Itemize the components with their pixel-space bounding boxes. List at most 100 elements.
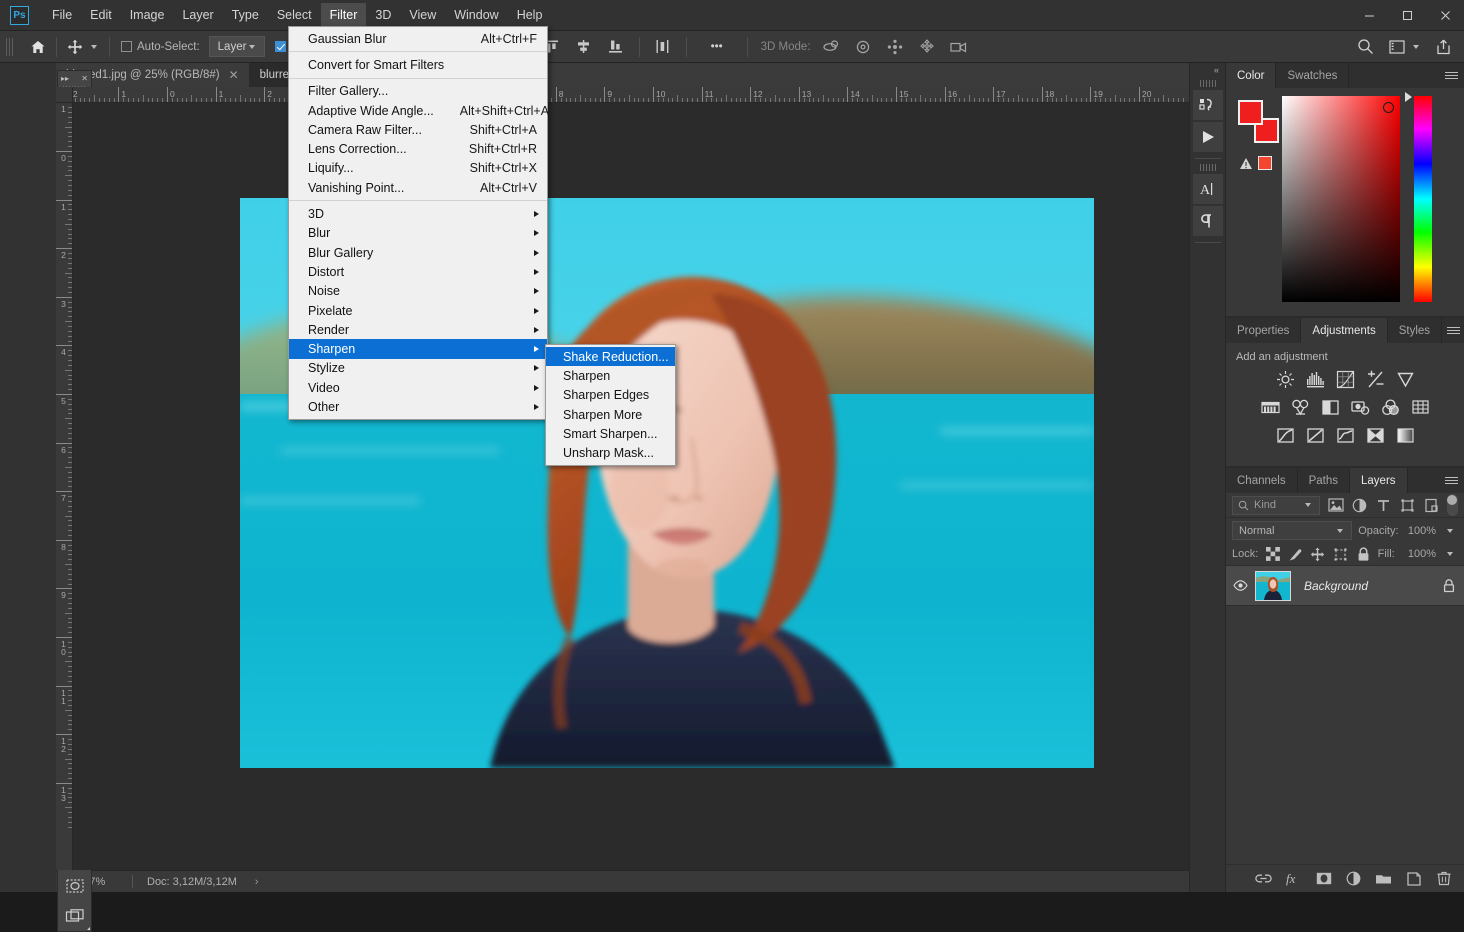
fill-chevron-icon[interactable] — [1447, 552, 1453, 556]
panel-menu-icon[interactable] — [1438, 63, 1464, 88]
lock-image-pixels-icon[interactable] — [1287, 546, 1304, 563]
3d-camera-icon[interactable] — [948, 36, 970, 58]
filter-menu-item[interactable]: Adaptive Wide Angle...Alt+Shift+Ctrl+A — [289, 103, 547, 120]
filter-menu-item[interactable]: Liquify...Shift+Ctrl+X — [289, 159, 547, 178]
3d-slide-icon[interactable] — [916, 36, 938, 58]
sharpen-submenu-item[interactable]: Shake Reduction... — [546, 347, 675, 366]
hue-slider[interactable] — [1414, 96, 1432, 302]
color-field-cursor[interactable] — [1383, 102, 1394, 113]
menu-edit[interactable]: Edit — [81, 3, 121, 28]
filter-type-layers-icon[interactable] — [1375, 496, 1392, 515]
new-layer-icon[interactable] — [1405, 870, 1422, 887]
threshold-icon[interactable] — [1336, 426, 1355, 445]
opacity-chevron-icon[interactable] — [1447, 529, 1453, 533]
photo-filter-icon[interactable] — [1351, 398, 1370, 417]
maximize-button[interactable] — [1388, 0, 1426, 30]
filter-menu-dropdown[interactable]: Gaussian BlurAlt+Ctrl+FConvert for Smart… — [288, 103, 548, 420]
exposure-icon[interactable] — [1366, 370, 1385, 389]
tab-swatches[interactable]: Swatches — [1276, 63, 1349, 88]
new-group-icon[interactable] — [1375, 870, 1392, 887]
workspace-layout-icon[interactable] — [1386, 36, 1408, 58]
auto-select-checkbox[interactable]: Auto-Select: — [121, 41, 200, 53]
share-icon[interactable] — [1432, 36, 1454, 58]
fill-value[interactable]: 100% — [1401, 548, 1436, 560]
rail-grip[interactable] — [1200, 80, 1216, 87]
workspace-chevron-icon[interactable] — [1413, 45, 1419, 49]
align-horizontal-centers-icon[interactable] — [573, 36, 595, 58]
menu-help[interactable]: Help — [508, 3, 552, 28]
filter-menu-item[interactable]: Pixelate — [289, 301, 547, 320]
tab-paths[interactable]: Paths — [1298, 468, 1350, 493]
vibrance-icon[interactable] — [1396, 370, 1415, 389]
filter-menu-item[interactable]: Camera Raw Filter...Shift+Ctrl+A — [289, 120, 547, 139]
menu-3d[interactable]: 3D — [366, 3, 400, 28]
tab-layers[interactable]: Layers — [1350, 468, 1408, 493]
quick-mask-icon[interactable] — [58, 871, 91, 901]
menu-layer[interactable]: Layer — [173, 3, 222, 28]
color-field[interactable] — [1282, 96, 1400, 302]
show-transform-check-box[interactable] — [275, 41, 286, 52]
distribute-icon[interactable] — [652, 36, 674, 58]
filter-menu-item[interactable]: Lens Correction...Shift+Ctrl+R — [289, 139, 547, 158]
panel-menu-icon[interactable] — [1442, 318, 1464, 343]
expand-tools-icon[interactable]: ▸▸ — [61, 74, 69, 83]
filter-menu-item[interactable]: Vanishing Point...Alt+Ctrl+V — [289, 178, 547, 197]
color-balance-icon[interactable] — [1291, 398, 1310, 417]
filter-menu-item[interactable]: Blur Gallery — [289, 243, 547, 262]
filter-menu-item[interactable]: Noise — [289, 282, 547, 301]
menu-file[interactable]: File — [43, 3, 81, 28]
layer-mask-icon[interactable] — [1315, 870, 1332, 887]
close-tab-icon[interactable]: ✕ — [229, 68, 239, 82]
gradient-map-icon[interactable] — [1396, 426, 1415, 445]
layer-row[interactable]: Background — [1226, 566, 1464, 606]
layer-style-icon[interactable]: fx — [1285, 870, 1302, 887]
filter-smart-objects-icon[interactable] — [1423, 496, 1440, 515]
menu-window[interactable]: Window — [445, 3, 507, 28]
delete-layer-icon[interactable] — [1435, 870, 1452, 887]
blend-mode-dropdown[interactable]: Normal — [1232, 521, 1352, 540]
search-icon[interactable] — [1354, 36, 1376, 58]
3d-pan-icon[interactable] — [884, 36, 906, 58]
sharpen-submenu-item[interactable]: Smart Sharpen... — [546, 424, 675, 443]
home-icon[interactable] — [27, 36, 49, 58]
canvas[interactable]: Gaussian BlurAlt+Ctrl+FConvert for Smart… — [73, 103, 1189, 870]
minimize-button[interactable] — [1350, 0, 1388, 30]
3d-roll-icon[interactable] — [852, 36, 874, 58]
character-icon[interactable]: A — [1193, 174, 1223, 204]
filter-menu-item[interactable]: Stylize — [289, 359, 547, 378]
tab-color[interactable]: Color — [1226, 63, 1276, 88]
sharpen-submenu-item[interactable]: Sharpen Edges — [546, 386, 675, 405]
invert-icon[interactable] — [1276, 426, 1295, 445]
tab-styles[interactable]: Styles — [1388, 318, 1442, 343]
auto-select-check-box[interactable] — [121, 41, 132, 52]
foreground-color-swatch[interactable] — [1238, 100, 1263, 125]
layer-visibility-icon[interactable] — [1226, 580, 1255, 591]
sharpen-submenu-item[interactable]: Sharpen More — [546, 405, 675, 424]
3d-orbit-icon[interactable] — [820, 36, 842, 58]
screen-mode-icon[interactable] — [58, 901, 91, 931]
filter-adjustment-layers-icon[interactable] — [1351, 496, 1368, 515]
close-button[interactable] — [1426, 0, 1464, 30]
out-of-gamut-warning[interactable] — [1239, 156, 1272, 170]
more-options-icon[interactable]: ••• — [706, 36, 728, 58]
layer-thumbnail[interactable] — [1255, 571, 1291, 601]
menu-view[interactable]: View — [400, 3, 445, 28]
align-bottom-edges-icon[interactable] — [605, 36, 627, 58]
filter-menu-item[interactable]: Other — [289, 397, 547, 416]
layers-list[interactable]: Background — [1226, 566, 1464, 864]
filter-menu-item[interactable]: Blur — [289, 224, 547, 243]
move-tool-preset-caret[interactable] — [91, 45, 97, 49]
lock-transparent-pixels-icon[interactable] — [1264, 546, 1281, 563]
selective-color-icon[interactable] — [1366, 426, 1385, 445]
filter-pixel-layers-icon[interactable] — [1327, 496, 1344, 515]
channel-mixer-icon[interactable] — [1381, 398, 1400, 417]
lock-all-icon[interactable] — [1355, 546, 1372, 563]
link-layers-icon[interactable] — [1255, 870, 1272, 887]
menu-image[interactable]: Image — [121, 3, 174, 28]
filter-menu-item[interactable]: Distort — [289, 262, 547, 281]
brightness-contrast-icon[interactable] — [1276, 370, 1295, 389]
gamut-substitute-swatch[interactable] — [1258, 156, 1272, 170]
filter-menu-item[interactable]: Render — [289, 320, 547, 339]
new-fill-adjustment-icon[interactable] — [1345, 870, 1362, 887]
color-lookup-icon[interactable] — [1411, 398, 1430, 417]
